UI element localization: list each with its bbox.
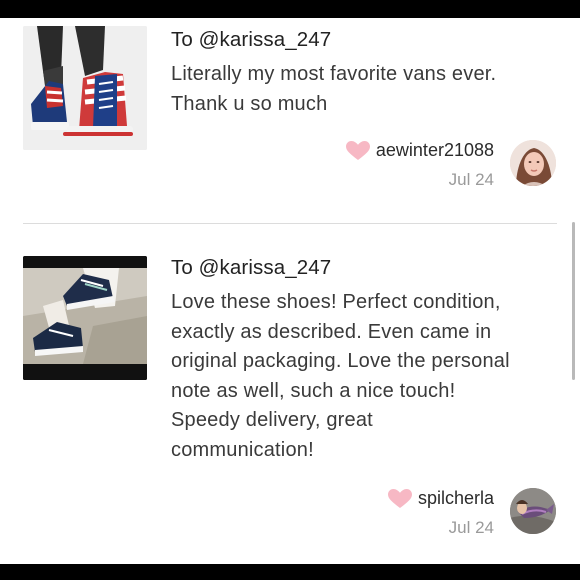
review-text-line: Literally my most favorite vans ever. — [171, 63, 497, 85]
review-photo-thumbnail[interactable] — [23, 256, 147, 380]
reviewer-avatar[interactable] — [510, 140, 556, 186]
reviewer-info[interactable]: spilcherla — [387, 488, 494, 509]
review-text-line: Thank u so much — [171, 92, 328, 115]
review-card: To @karissa_247 Literally my most favori… — [0, 18, 580, 218]
review-recipient[interactable]: To @karissa_247 — [171, 28, 331, 52]
review-text-line: exactly as described. Even came in — [171, 320, 492, 343]
review-text: Literally my most favorite vans ever. Th… — [171, 60, 571, 119]
review-recipient[interactable]: To @karissa_247 — [171, 256, 331, 280]
reviewer-username[interactable]: spilcherla — [418, 488, 494, 509]
reviewer-avatar[interactable] — [510, 488, 556, 534]
reviewer-info[interactable]: aewinter21088 — [345, 140, 494, 161]
phone-frame: To @karissa_247 Literally my most favori… — [0, 0, 580, 580]
review-text: Love these shoes! Perfect condition, exa… — [171, 288, 571, 465]
review-text-line: original packaging. Love the personal — [171, 350, 510, 372]
reviewer-username[interactable]: aewinter21088 — [376, 140, 494, 161]
review-text-line: Love these shoes! Perfect condition, — [171, 291, 501, 313]
heart-icon — [345, 140, 370, 160]
heart-icon — [387, 488, 412, 508]
review-photo-thumbnail[interactable] — [23, 26, 147, 150]
review-card: To @karissa_247 Love these shoes! Perfec… — [0, 224, 580, 564]
review-text-line: communication! — [171, 438, 314, 461]
reviews-screen: To @karissa_247 Literally my most favori… — [0, 18, 580, 564]
review-text-line: Speedy delivery, great — [171, 409, 373, 431]
review-text-line: note as well, such a nice touch! — [171, 379, 456, 402]
review-date: Jul 24 — [448, 170, 494, 189]
review-date: Jul 24 — [448, 518, 494, 537]
scrollbar[interactable] — [572, 222, 575, 380]
